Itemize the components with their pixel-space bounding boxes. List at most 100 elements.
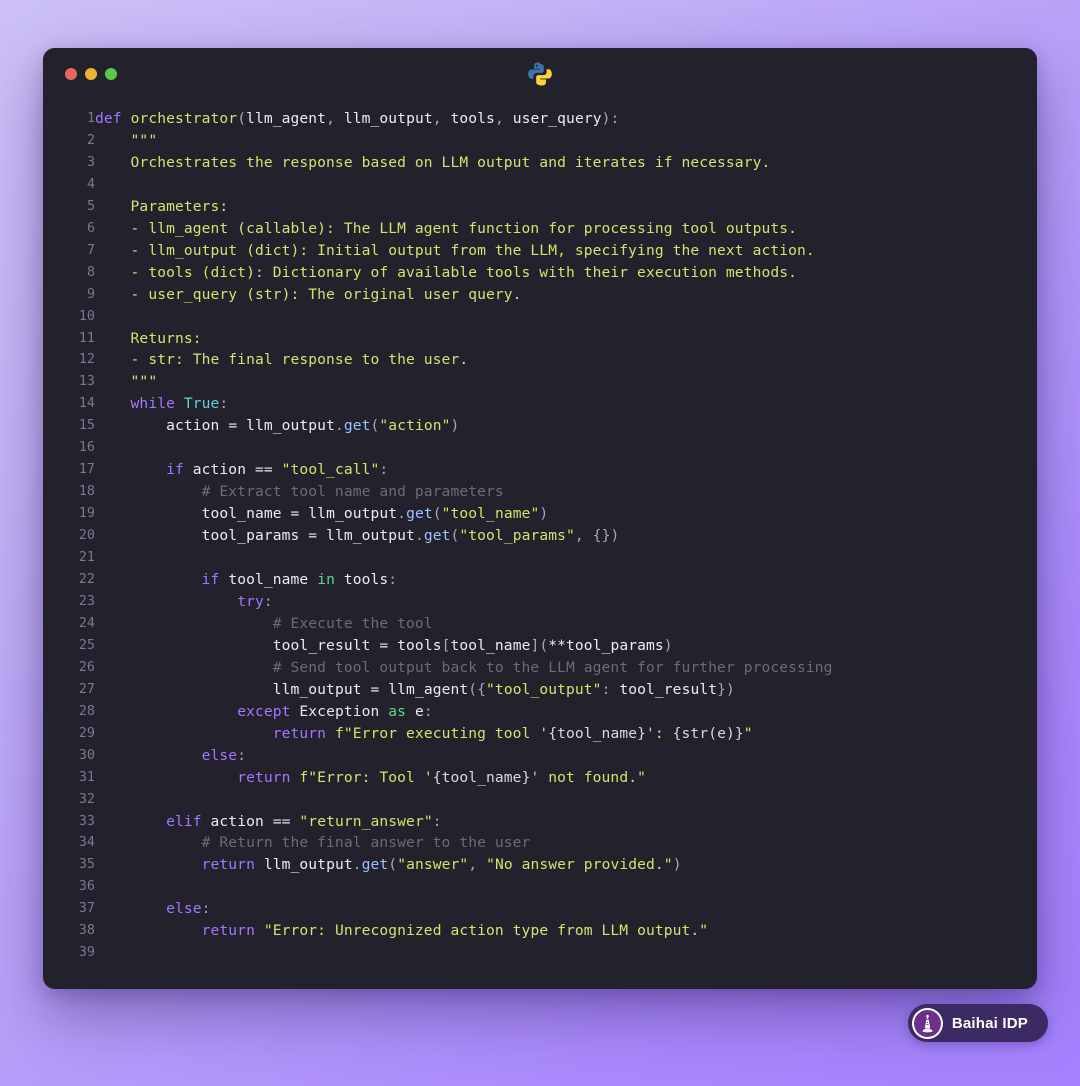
line-source[interactable]: """ (95, 371, 1037, 393)
line-source[interactable] (95, 437, 1037, 459)
code-token: ( (388, 856, 398, 874)
line-source[interactable]: # Execute the tool (95, 613, 1037, 635)
line-source[interactable]: - str: The final response to the user. (95, 349, 1037, 371)
code-token: return (272, 724, 327, 742)
code-token: llm_output (326, 527, 415, 545)
code-token: == (254, 461, 273, 479)
line-source[interactable]: - tools (dict): Dictionary of available … (95, 262, 1037, 284)
line-source[interactable]: elif action == "return_answer": (95, 811, 1037, 833)
code-line: 19 tool_name = llm_output.get("tool_name… (43, 503, 1037, 525)
python-logo-icon (528, 62, 552, 86)
code-token: "return_answer" (299, 812, 433, 830)
line-source[interactable]: llm_output = llm_agent({"tool_output": t… (95, 679, 1037, 701)
line-source[interactable]: - llm_agent (callable): The LLM agent fu… (95, 218, 1037, 240)
line-source[interactable]: else: (95, 745, 1037, 767)
code-token: tools (450, 110, 495, 127)
code-token: . (397, 505, 407, 523)
line-source[interactable]: if tool_name in tools: (95, 569, 1037, 591)
line-source[interactable] (95, 547, 1037, 569)
line-number: 31 (78, 769, 95, 785)
maximize-button[interactable] (105, 68, 117, 80)
code-line: 15 action = llm_output.get("action") (43, 415, 1037, 437)
code-token: , (468, 856, 487, 874)
code-line: 30 else: (43, 745, 1037, 767)
line-source[interactable]: return f"Error executing tool '{tool_nam… (95, 723, 1037, 745)
code-token: = (228, 417, 238, 435)
line-source[interactable]: return "Error: Unrecognized action type … (95, 920, 1037, 942)
code-token: ( (539, 636, 549, 654)
line-source[interactable]: # Send tool output back to the LLM agent… (95, 657, 1037, 679)
code-editor-window: 1 def orchestrator(llm_agent, llm_output,… (43, 48, 1037, 989)
line-source[interactable] (95, 789, 1037, 811)
close-button[interactable] (65, 68, 77, 80)
code-token: ( (237, 110, 247, 127)
line-number: 37 (78, 901, 95, 917)
line-number: 23 (78, 593, 95, 609)
line-number: 14 (78, 396, 95, 412)
line-source[interactable]: Parameters: (95, 196, 1037, 218)
code-token: """ (95, 373, 158, 391)
line-source[interactable]: else: (95, 898, 1037, 920)
code-content[interactable]: 1 def orchestrator(llm_agent, llm_output,… (43, 100, 1037, 989)
minimize-button[interactable] (85, 68, 97, 80)
line-number: 3 (86, 154, 95, 170)
line-source[interactable]: - user_query (str): The original user qu… (95, 284, 1037, 306)
code-line: 34 # Return the final answer to the user (43, 832, 1037, 854)
code-token: # Send tool output back to the LLM agent… (95, 658, 833, 676)
line-number: 19 (78, 506, 95, 522)
line-number: 29 (78, 725, 95, 741)
code-token: "Error: Unrecognized action type from LL… (263, 922, 709, 940)
line-source[interactable]: while True: (95, 393, 1037, 415)
code-line: 13 """ (43, 371, 1037, 393)
line-source[interactable]: if action == "tool_call": (95, 459, 1037, 481)
code-token: ) (672, 856, 682, 874)
code-token: {} (592, 527, 611, 545)
line-source[interactable]: tool_params = llm_output.get("tool_param… (95, 525, 1037, 547)
code-token: get (361, 856, 389, 874)
line-source[interactable]: Returns: (95, 328, 1037, 350)
code-token: f"Error executing tool ' (334, 724, 549, 742)
code-token: tool_params (201, 527, 300, 545)
line-source[interactable] (95, 306, 1037, 328)
code-token: # Extract tool name and parameters (95, 483, 504, 501)
line-source[interactable]: """ (95, 130, 1037, 152)
line-source[interactable]: try: (95, 591, 1037, 613)
line-source[interactable]: except Exception as e: (95, 701, 1037, 723)
line-source[interactable]: def orchestrator(llm_agent, llm_output, … (95, 108, 1037, 130)
code-token: action (192, 461, 247, 479)
line-number: 15 (78, 418, 95, 434)
code-token: "answer" (397, 856, 469, 874)
code-token: : (201, 900, 211, 918)
code-token: action (166, 417, 220, 435)
line-source[interactable]: - llm_output (dict): Initial output from… (95, 240, 1037, 262)
line-source[interactable]: tool_name = llm_output.get("tool_name") (95, 503, 1037, 525)
line-source[interactable]: return llm_output.get("answer", "No answ… (95, 854, 1037, 876)
code-line: 36 (43, 876, 1037, 898)
line-source[interactable] (95, 174, 1037, 196)
line-source[interactable] (95, 876, 1037, 898)
line-source[interactable]: # Return the final answer to the user (95, 832, 1037, 854)
line-source[interactable]: tool_result = tools[tool_name](**tool_pa… (95, 635, 1037, 657)
code-token: - llm_output (dict): Initial output from… (95, 241, 815, 259)
line-source[interactable]: action = llm_output.get("action") (95, 415, 1037, 437)
line-source[interactable]: # Extract tool name and parameters (95, 481, 1037, 503)
line-number: 12 (78, 352, 95, 368)
line-source[interactable] (95, 942, 1037, 964)
line-source[interactable]: Orchestrates the response based on LLM o… (95, 152, 1037, 174)
line-source[interactable]: return f"Error: Tool '{tool_name}' not f… (95, 767, 1037, 789)
code-token: == (272, 812, 291, 830)
code-line: 25 tool_result = tools[tool_name](**tool… (43, 635, 1037, 657)
code-line: 3 Orchestrates the response based on LLM… (43, 152, 1037, 174)
code-token: - str: The final response to the user. (95, 351, 469, 369)
